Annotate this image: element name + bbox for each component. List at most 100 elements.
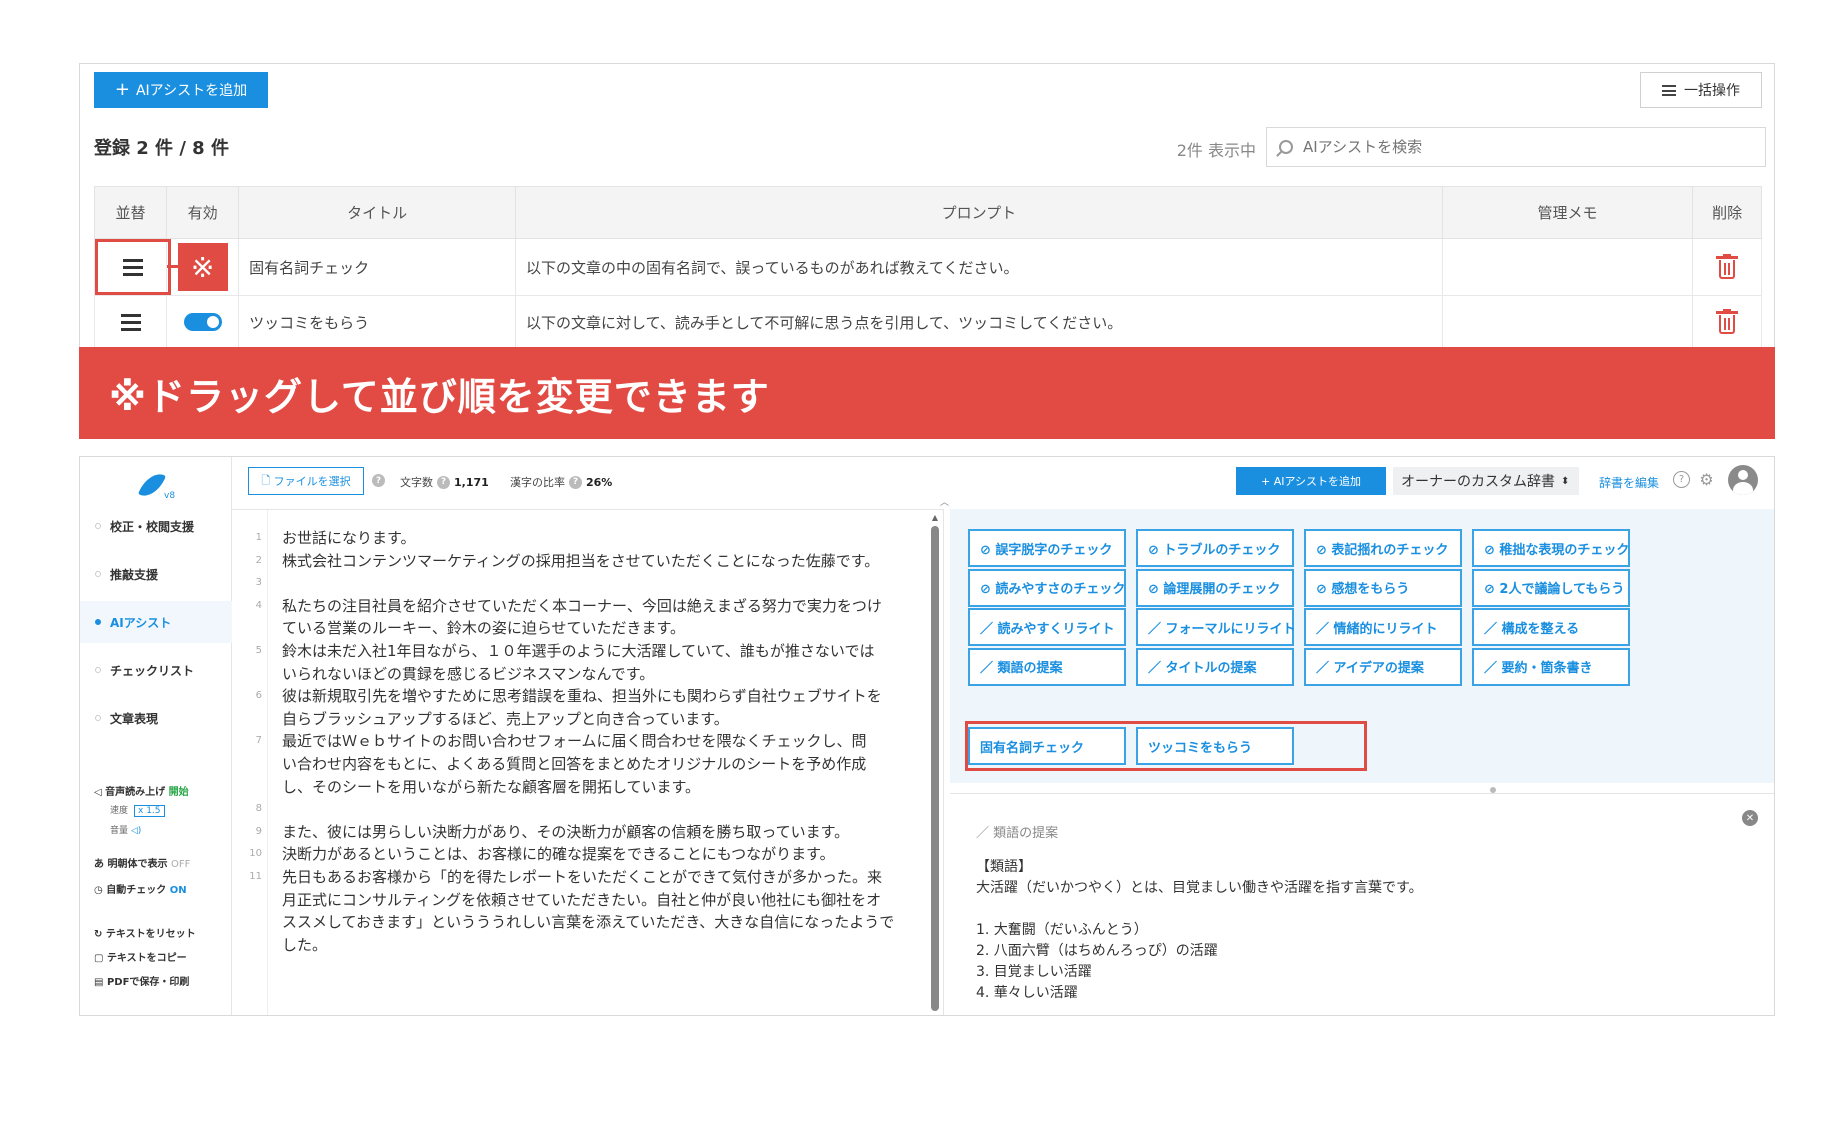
gear-icon[interactable]: ⚙ — [1697, 470, 1716, 489]
logo-version: v8 — [164, 491, 176, 501]
assist-chip[interactable]: ／ 構成を整える — [1472, 608, 1630, 646]
assist-chip[interactable]: ⊘ 表記揺れのチェック — [1304, 529, 1462, 567]
table-row: ツッコミをもらう 以下の文章に対して、読み手として不可解に思う点を引用して、ツッ… — [93, 295, 1762, 349]
drag-handle-icon[interactable] — [123, 258, 143, 276]
help-icon[interactable]: ? — [372, 474, 385, 487]
add-ai-assist-small-button[interactable]: + AIアシストを追加 — [1236, 467, 1386, 495]
assist-chip[interactable]: ／ フォーマルにリライト — [1136, 608, 1296, 646]
assist-chip[interactable]: ／ 情緒的にリライト — [1304, 608, 1462, 646]
assist-chip[interactable]: ⊘ 2人で議論してもらう — [1472, 568, 1630, 607]
nav-item-revision[interactable]: 推敲支援 — [80, 553, 232, 595]
assist-chip[interactable]: ／ 要約・箇条書き — [1472, 647, 1630, 686]
text-editor[interactable]: 1 お世話になります。 2 株式会社コンテンツマーケティングの採用担当をさせていただく… — [232, 509, 944, 1015]
dictionary-select[interactable]: オーナーのカスタム辞書 ⬍ — [1393, 467, 1579, 495]
trash-icon[interactable] — [1716, 254, 1739, 280]
prompt-cell[interactable]: 以下の文章の中の固有名詞で、誤っているものがあれば教えてください。 — [515, 238, 1443, 296]
line-number: 8 — [255, 803, 262, 815]
kanji-ratio: 漢字の比率? 26% — [510, 475, 613, 489]
app-logo[interactable]: v8 — [137, 467, 176, 503]
assist-chip[interactable]: ／ アイデアの提案 — [1304, 647, 1462, 686]
autocheck-toggle[interactable]: ◷ 自動チェック ON — [94, 881, 187, 896]
title-cell[interactable]: ツッコミをもらう — [238, 295, 517, 349]
editor-line[interactable]: 鈴木は未だ入社1年目ながら、１０年選手のように大活躍していて、誰もが推さないでは — [282, 639, 922, 664]
editor-line[interactable]: 株式会社コンテンツマーケティングの採用担当をさせていただくことになった佐藤です。 — [282, 549, 922, 574]
select-file-button[interactable]: 🗋 ファイルを選択 — [248, 467, 364, 495]
trash-icon[interactable] — [1716, 309, 1739, 335]
speed-value[interactable]: x 1.5 — [134, 805, 165, 817]
search-box[interactable] — [1266, 127, 1766, 167]
title-cell[interactable]: 固有名詞チェック — [238, 238, 517, 296]
memo-cell[interactable] — [1441, 238, 1694, 296]
nav-item-ai-assist[interactable]: AIアシスト — [80, 601, 232, 643]
assist-chip[interactable]: ／ 類語の提案 — [968, 647, 1126, 686]
help-icon[interactable]: ? — [569, 475, 582, 489]
ai-assist-list-panel: + AIアシストを追加 一括操作 登録 2 件 / 8 件 2件 表示中 並替 … — [79, 63, 1775, 349]
memo-cell[interactable] — [1441, 295, 1694, 349]
pdf-print-button[interactable]: ▤ PDFで保存・印刷 — [94, 973, 189, 988]
help-icon[interactable]: ? — [437, 475, 450, 489]
collapse-arrow-icon[interactable]: ︿ — [940, 495, 949, 508]
bullet-icon — [95, 715, 101, 721]
editor-scrollbar[interactable] — [931, 526, 939, 1011]
table-header-row: 並替 有効 タイトル プロンプト 管理メモ 削除 — [93, 186, 1762, 239]
editor-line[interactable]: お世話になります。 — [282, 526, 922, 551]
editor-line[interactable]: 私たちの注目社員を紹介させていただく本コーナー、今回は絶えまざる努力で実力をつけ — [282, 594, 922, 619]
nav-item-proofreading[interactable]: 校正・校閲支援 — [80, 505, 232, 547]
drag-highlight[interactable] — [95, 239, 171, 295]
assist-chip[interactable]: ⊘ 稚拙な表現のチェック — [1472, 529, 1630, 567]
question-icon[interactable]: ? — [1673, 471, 1690, 488]
edit-dictionary-link[interactable]: 辞書を編集 — [1599, 474, 1659, 491]
editor-line[interactable]: ススメしておきます」というううれしい言葉を添えていただき、大きな自信になったよう… — [282, 910, 922, 935]
assist-chip[interactable]: ⊘ 読みやすさのチェック — [968, 568, 1126, 607]
assist-chip[interactable]: ／ タイトルの提案 — [1136, 647, 1294, 686]
enabled-toggle[interactable] — [183, 313, 222, 332]
assist-chip[interactable]: ⊘ トラブルのチェック — [1136, 529, 1294, 567]
assist-chip[interactable]: ⊘ 感想をもらう — [1304, 568, 1462, 607]
reset-text-button[interactable]: ↻ テキストをリセット — [94, 925, 196, 940]
editor-line[interactable]: ている営業のルーキー、鈴木の姿に迫らせていただきます。 — [282, 616, 922, 641]
assist-chip[interactable]: ／ 読みやすくリライト — [968, 608, 1126, 646]
assist-result-pane: ／ 類語の提案 ✕ 【類語】 大活躍（だいかつやく）とは、目覚ましい働きや活躍を指… — [950, 793, 1774, 1015]
copy-text-button[interactable]: ▢ テキストをコピー — [94, 949, 187, 964]
volume-control[interactable]: 音量 ◁) — [110, 823, 141, 836]
speed-control[interactable]: 速度 x 1.5 — [110, 803, 165, 817]
close-icon[interactable]: ✕ — [1742, 810, 1758, 826]
print-icon: ▤ — [94, 977, 107, 988]
tts-start[interactable]: 開始 — [169, 787, 189, 798]
delete-cell — [1692, 238, 1762, 296]
nav-item-expression[interactable]: 文章表現 — [80, 697, 232, 739]
volume-icon[interactable]: ◁) — [131, 826, 141, 836]
editor-line[interactable]: いられないほどの貫録を感じるビジネスマンなんです。 — [282, 662, 922, 687]
nav-item-checklist[interactable]: チェックリスト — [80, 649, 232, 691]
editor-line[interactable]: 最近ではＷｅｂサイトのお問い合わせフォームに届く問合わせを隈なくチェックし、問 — [282, 729, 922, 754]
avatar[interactable] — [1728, 465, 1758, 495]
prompt-cell[interactable]: 以下の文章に対して、読み手として不可解に思う点を引用して、ツッコミしてください。 — [515, 295, 1443, 349]
bullet-icon — [95, 667, 101, 673]
drag-handle-icon[interactable] — [120, 314, 141, 331]
editor-line[interactable]: し、そのシートを用いながら新たな顧客層を開拓しています。 — [282, 775, 922, 800]
tts-toggle[interactable]: ◁ 音声読み上げ 開始 — [94, 783, 189, 798]
editor-line[interactable]: い合わせ内容をもとに、よくある質問と回答をまとめたオリジナルのシートを予め作成 — [282, 752, 922, 777]
assist-chip[interactable]: ⊘ 誤字脱字のチェック — [968, 529, 1126, 567]
editor-line[interactable]: 自らブラッシュアップするほど、売上アップと向き合っています。 — [282, 707, 922, 732]
bulk-action-button[interactable]: 一括操作 — [1640, 72, 1762, 108]
editor-line[interactable]: 決断力があるということは、お客様に的確な提案をできることにもつながります。 — [282, 842, 922, 867]
editor-line[interactable]: 彼は新規取引先を増やすために思考錯誤を重ね、担当外にも関わらず自社ウェブサイトを — [282, 684, 922, 709]
search-input[interactable] — [1303, 138, 1743, 156]
editor-line[interactable]: また、彼には男らしい決断力があり、その決断力が顧客の信頼を勝ち取っています。 — [282, 820, 922, 845]
result-line: 2. 八面六臂（はちめんろっぴ）の活躍 — [976, 943, 1218, 959]
mincho-toggle[interactable]: あ 明朝体で表示 OFF — [94, 855, 190, 870]
editor-line[interactable]: 月正式にコンサルティングを依頼させていただきたい。自社と仲が良い他社にも御社をオ — [282, 888, 922, 913]
assist-chip[interactable]: ⊘ 論理展開のチェック — [1136, 568, 1294, 607]
add-ai-assist-label: AIアシストを追加 — [135, 83, 248, 99]
ai-assist-table: 並替 有効 タイトル プロンプト 管理メモ 削除 ※ 固有名詞チェック 以下の文… — [93, 186, 1762, 349]
sidebar: v8 校正・校閲支援 推敲支援 AIアシスト チェックリスト 文章表現 ◁ 音声… — [80, 457, 232, 1015]
editor-line[interactable]: 先日もあるお客様から「的を得たレポートをいただくことができて気付きが多かった。来 — [282, 865, 922, 890]
line-number: 10 — [249, 848, 262, 860]
add-ai-assist-button[interactable]: + AIアシストを追加 — [94, 72, 268, 108]
scroll-up-icon[interactable]: ▲ — [932, 513, 938, 522]
toolbar: 🗋 ファイルを選択 ? 文字数? 1,171 漢字の比率? 26% + AIアシスト… — [232, 457, 1774, 509]
reset-icon: ↻ — [94, 929, 106, 940]
editor-line[interactable]: した。 — [282, 933, 922, 958]
result-line: 1. 大奮闘（だいふんとう） — [976, 922, 1148, 938]
